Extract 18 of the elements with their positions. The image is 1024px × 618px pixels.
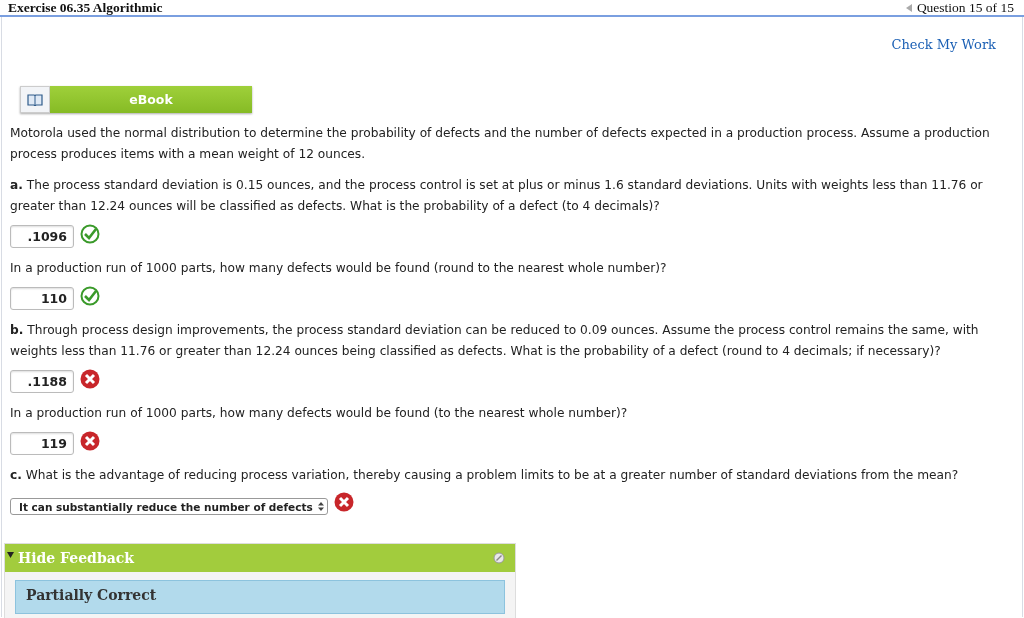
question-counter: Question 15 of 15 <box>916 0 1014 16</box>
answer-field[interactable]: 110 <box>10 287 74 310</box>
exercise-title: Exercise 06.35 Algorithmic <box>8 0 163 16</box>
feedback-result: Partially Correct <box>15 580 505 614</box>
question-text: In a production run of 1000 parts, how many defects would be found (to the nearest whole number)? <box>10 405 629 422</box>
answer-field[interactable]: .1096 <box>10 225 74 248</box>
answer-field[interactable]: .1188 <box>10 370 74 393</box>
question-text: b. Through process design improvements, the process standard deviation can be reduced to 0.09 ounces. Assume the process control remains the same, with weights less than 11.76 or greater than 12.24 ounces being classified as defects. What is the probability of a defect (round to 4 decimals; if necessary)? <box>10 322 980 360</box>
question-text: Motorola used the normal distribution to determine the probability of defects and the number of defects expected in a production process. Assume a production process produces items with a mean weight of 12 ounces. <box>10 125 991 163</box>
question-text: c. What is the advantage of reducing process variation, thereby causing a problem limits to be at a greater number of standard deviations from the mean? <box>10 467 960 484</box>
book-icon <box>27 93 43 106</box>
question-text: In a production run of 1000 parts, how many defects would be found (round to the nearest whole number)? <box>10 260 668 277</box>
sort-arrows-icon <box>317 502 324 511</box>
answer-dropdown[interactable]: It can substantially reduce the number of defects <box>10 498 328 515</box>
answer-field[interactable]: 119 <box>10 432 74 455</box>
check-my-work-link[interactable]: Check My Work <box>891 37 996 52</box>
question-text: a. The process standard deviation is 0.15 ounces, and the process control is set at plus or minus 1.6 standard deviations. Units with weights less than 11.76 or greater than 12.24 ounces will be classified as defects. What is the probability of a defect (to 4 decimals)? <box>10 177 984 215</box>
previous-arrow-icon <box>905 3 912 12</box>
